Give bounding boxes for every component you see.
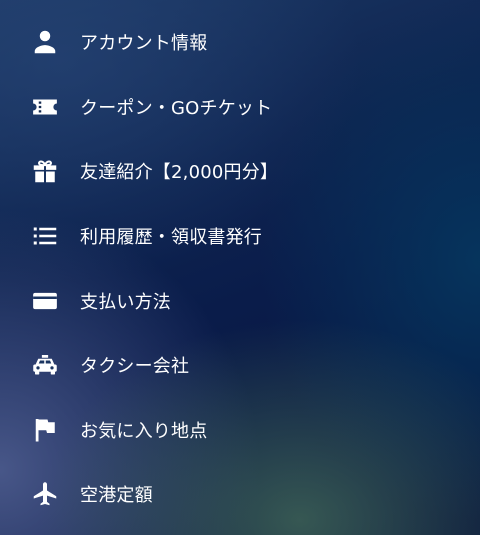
menu-item-account-info[interactable]: アカウント情報	[0, 10, 480, 75]
person-icon	[30, 27, 60, 57]
menu-item-label: クーポン・GOチケット	[80, 97, 273, 119]
menu-item-history-receipts[interactable]: 利用履歴・領収書発行	[0, 204, 480, 269]
menu-item-label: お気に入り地点	[80, 420, 208, 442]
flag-icon	[30, 415, 60, 445]
menu-item-airport-flat-rate[interactable]: 空港定額	[0, 462, 480, 527]
menu-item-payment-methods[interactable]: 支払い方法	[0, 268, 480, 333]
ticket-icon	[30, 92, 60, 122]
menu-item-taxi-companies[interactable]: タクシー会社	[0, 333, 480, 398]
gift-icon	[30, 156, 60, 186]
menu-item-favorite-places[interactable]: お気に入り地点	[0, 398, 480, 463]
menu-item-label: タクシー会社	[80, 356, 190, 378]
menu-item-coupons[interactable]: クーポン・GOチケット	[0, 75, 480, 140]
credit-card-icon	[30, 286, 60, 316]
list-icon	[30, 221, 60, 251]
drawer-menu: アカウント情報 クーポン・GOチケット 友達紹介【2,000円分】 利用履歴・領…	[0, 10, 480, 527]
menu-item-label: アカウント情報	[80, 33, 208, 55]
menu-item-label: 支払い方法	[80, 291, 171, 313]
airplane-icon	[30, 479, 60, 509]
menu-item-label: 利用履歴・領収書発行	[80, 227, 262, 249]
taxi-icon	[30, 350, 60, 380]
menu-item-label: 空港定額	[80, 485, 153, 507]
menu-item-label: 友達紹介【2,000円分】	[80, 162, 279, 184]
menu-item-referral[interactable]: 友達紹介【2,000円分】	[0, 139, 480, 204]
